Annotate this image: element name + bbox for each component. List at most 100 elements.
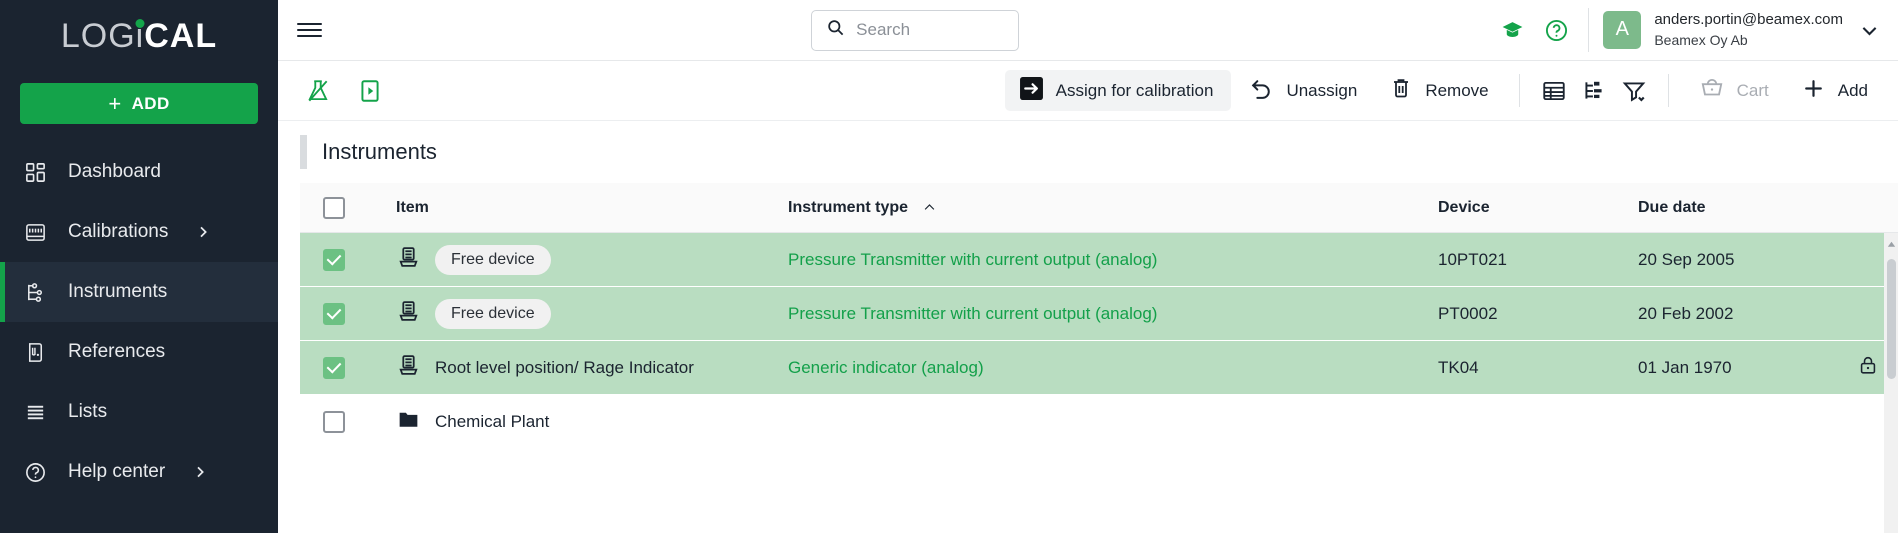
user-email: anders.portin@beamex.com xyxy=(1654,11,1843,29)
row-item-cell: Free device xyxy=(368,244,788,275)
column-header-due-date[interactable]: Due date xyxy=(1638,199,1838,217)
column-header-item[interactable]: Item xyxy=(368,199,788,217)
toolbar-divider xyxy=(1667,74,1669,107)
help-icon xyxy=(22,459,49,486)
action-toolbar: Assign for calibration Unassign Remove C… xyxy=(278,61,1898,121)
add-label: Add xyxy=(1837,80,1868,100)
row-checkbox[interactable] xyxy=(323,248,345,271)
main-area: A anders.portin@beamex.com Beamex Oy Ab xyxy=(278,0,1898,533)
toolbar-divider xyxy=(1518,74,1520,107)
instruments-table: Item Instrument type Device Due date Fre… xyxy=(300,183,1898,533)
row-select-cell xyxy=(300,302,368,325)
table-row[interactable]: Root level position/ Rage Indicator Gene… xyxy=(300,341,1898,395)
scrollbar-thumb[interactable] xyxy=(1886,259,1896,379)
row-device: 10PT021 xyxy=(1438,249,1507,269)
sidebar-item-label: Lists xyxy=(68,401,108,422)
sidebar-item-label: Calibrations xyxy=(68,221,169,242)
logo-text-i: i xyxy=(135,17,145,55)
sidebar-item-references[interactable]: References xyxy=(0,322,278,382)
calibrations-icon xyxy=(22,219,49,246)
assign-arrow-icon xyxy=(1019,76,1044,106)
sidebar-add-button[interactable]: + ADD xyxy=(20,83,258,124)
plus-icon xyxy=(1801,76,1826,106)
table-view-icon[interactable] xyxy=(1536,73,1572,109)
logo-dot-icon xyxy=(135,19,145,28)
no-test-flask-icon[interactable] xyxy=(300,73,336,109)
row-due-date: 20 Feb 2002 xyxy=(1638,303,1734,323)
row-item-cell: Chemical Plant xyxy=(368,407,788,437)
column-header-instrument-type[interactable]: Instrument type xyxy=(788,199,1438,217)
search-input[interactable] xyxy=(856,20,1005,40)
row-item-cell: Root level position/ Rage Indicator xyxy=(368,353,788,383)
table-row[interactable]: Free device Pressure Transmitter with cu… xyxy=(300,287,1898,341)
item-pill: Free device xyxy=(435,298,551,329)
plus-icon: + xyxy=(108,90,122,116)
add-button[interactable]: Add xyxy=(1787,70,1882,111)
chevron-right-icon xyxy=(195,224,211,240)
table-row[interactable]: Free device Pressure Transmitter with cu… xyxy=(300,233,1898,287)
dashboard-icon xyxy=(22,159,49,186)
sidebar-item-label: Dashboard xyxy=(68,161,161,182)
help-circle-icon[interactable] xyxy=(1534,8,1578,52)
cart-icon xyxy=(1699,75,1725,106)
unassign-button[interactable]: Unassign xyxy=(1235,70,1371,111)
table-header-row: Item Instrument type Device Due date xyxy=(300,183,1898,233)
row-checkbox[interactable] xyxy=(323,302,345,325)
row-due-date: 20 Sep 2005 xyxy=(1638,249,1735,269)
folder-icon xyxy=(396,407,421,437)
sidebar-item-label: Instruments xyxy=(68,281,168,302)
select-all-cell xyxy=(300,196,368,219)
remove-button[interactable]: Remove xyxy=(1375,70,1502,111)
select-all-checkbox[interactable] xyxy=(323,196,345,219)
run-play-box-icon[interactable] xyxy=(352,73,388,109)
instruments-icon xyxy=(22,279,49,306)
app-logo[interactable]: LOG iCAL xyxy=(0,0,278,73)
hamburger-menu-icon[interactable] xyxy=(278,19,340,40)
row-instrument-type[interactable]: Generic indicator (analog) xyxy=(788,358,1438,378)
row-due-date: 01 Jan 1970 xyxy=(1638,357,1732,377)
column-header-device[interactable]: Device xyxy=(1438,199,1638,217)
search-area xyxy=(340,9,1490,51)
sidebar-item-label: References xyxy=(68,341,166,362)
table-row[interactable]: Chemical Plant xyxy=(300,395,1898,449)
search-box[interactable] xyxy=(811,9,1020,51)
top-bar: A anders.portin@beamex.com Beamex Oy Ab xyxy=(278,0,1898,61)
references-icon xyxy=(22,339,49,366)
lock-icon xyxy=(1857,354,1879,381)
item-text: Chemical Plant xyxy=(435,411,550,431)
sidebar-item-instruments[interactable]: Instruments xyxy=(0,262,278,322)
chevron-down-icon[interactable] xyxy=(1859,20,1880,41)
row-select-cell xyxy=(300,410,368,433)
table-body: Free device Pressure Transmitter with cu… xyxy=(300,233,1898,533)
sort-ascending-icon xyxy=(922,200,937,215)
row-instrument-type[interactable]: Pressure Transmitter with current output… xyxy=(788,250,1438,270)
user-account-block[interactable]: A anders.portin@beamex.com Beamex Oy Ab xyxy=(1603,10,1843,49)
scroll-up-arrow-icon[interactable] xyxy=(1886,237,1897,255)
instrument-icon xyxy=(396,245,421,275)
filter-icon[interactable] xyxy=(1616,73,1652,109)
logo-text-part2: CAL xyxy=(144,17,218,55)
assign-for-calibration-button[interactable]: Assign for calibration xyxy=(1004,70,1232,111)
graduation-cap-icon[interactable] xyxy=(1490,8,1534,52)
sidebar-item-lists[interactable]: Lists xyxy=(0,382,278,442)
item-pill: Free device xyxy=(435,244,551,275)
table-scrollbar[interactable] xyxy=(1884,233,1898,533)
row-checkbox[interactable] xyxy=(323,356,345,379)
sidebar-item-calibrations[interactable]: Calibrations xyxy=(0,202,278,262)
page-title: Instruments xyxy=(322,139,437,164)
row-checkbox[interactable] xyxy=(323,410,345,433)
action-toolbar-actions: Assign for calibration Unassign Remove C… xyxy=(1004,70,1882,111)
row-device: PT0002 xyxy=(1438,303,1498,323)
trash-icon xyxy=(1389,76,1413,105)
row-device: TK04 xyxy=(1438,357,1479,377)
content-area: Instruments Item Instrument type Device xyxy=(278,121,1898,533)
row-instrument-type[interactable]: Pressure Transmitter with current output… xyxy=(788,304,1438,324)
item-text: Root level position/ Rage Indicator xyxy=(435,357,694,377)
unassign-label: Unassign xyxy=(1286,80,1358,100)
cart-button[interactable]: Cart xyxy=(1685,70,1783,111)
sidebar-item-help-center[interactable]: Help center xyxy=(0,442,278,502)
logo-text-part1: LOG xyxy=(60,17,136,55)
sidebar-item-dashboard[interactable]: Dashboard xyxy=(0,142,278,202)
top-bar-right: A anders.portin@beamex.com Beamex Oy Ab xyxy=(1490,8,1880,52)
hierarchy-view-icon[interactable] xyxy=(1576,73,1612,109)
